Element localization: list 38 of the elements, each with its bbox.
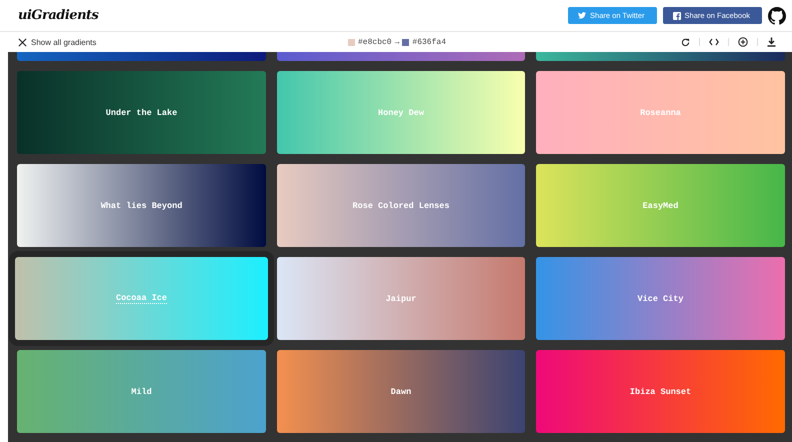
gradient-card[interactable]: Dawn <box>277 350 525 433</box>
gradient-name: EasyMed <box>642 200 678 210</box>
gradient-name: Cocoaa Ice <box>116 293 167 304</box>
arrow: → <box>394 38 400 46</box>
gradient-name: Rose Colored Lenses <box>352 200 450 210</box>
logo[interactable]: uiGradients <box>18 8 98 23</box>
octocat-icon[interactable] <box>768 6 786 24</box>
gradient-name: Roseanna <box>640 108 681 118</box>
hex-code: #e8cbc0 <box>358 38 392 46</box>
gradient-name: Ibiza Sunset <box>630 386 692 396</box>
hex-code: #636fa4 <box>412 38 446 46</box>
close-icon <box>18 38 27 46</box>
gradient-card[interactable] <box>17 52 266 61</box>
gradient-card[interactable] <box>536 52 785 61</box>
download-icon[interactable] <box>767 37 776 47</box>
color-swatch <box>402 38 410 46</box>
gradient-card[interactable]: What lies Beyond <box>17 164 266 247</box>
gradient-card[interactable]: Mild <box>17 350 266 433</box>
gradient-card[interactable]: Vice City <box>536 257 785 340</box>
gradient-name: Honey Dew <box>378 108 424 118</box>
gradient-card[interactable]: EasyMed <box>536 164 785 247</box>
gradient-name: What lies Beyond <box>100 200 182 210</box>
gradient-card[interactable]: Ibiza Sunset <box>536 350 785 433</box>
facebook-icon <box>672 12 681 20</box>
gradient-name: Mild <box>131 386 152 396</box>
gradient-name: Jaipur <box>386 294 416 304</box>
color-swatch <box>348 38 355 46</box>
code-icon[interactable] <box>709 38 719 46</box>
gradient-card[interactable]: Under the Lake <box>17 71 266 154</box>
gradient-card[interactable]: Jaipur <box>277 257 525 340</box>
gradient-name: Dawn <box>390 386 412 396</box>
add-icon[interactable] <box>738 37 748 47</box>
gradient-name: Under the Lake <box>106 108 178 118</box>
gradient-card[interactable]: Rose Colored Lenses <box>277 164 525 247</box>
show-all-button[interactable]: Show all gradients <box>18 38 348 46</box>
gradient-name: Vice City <box>638 294 684 304</box>
bird-icon <box>578 12 586 19</box>
rotate-icon[interactable] <box>681 38 690 46</box>
